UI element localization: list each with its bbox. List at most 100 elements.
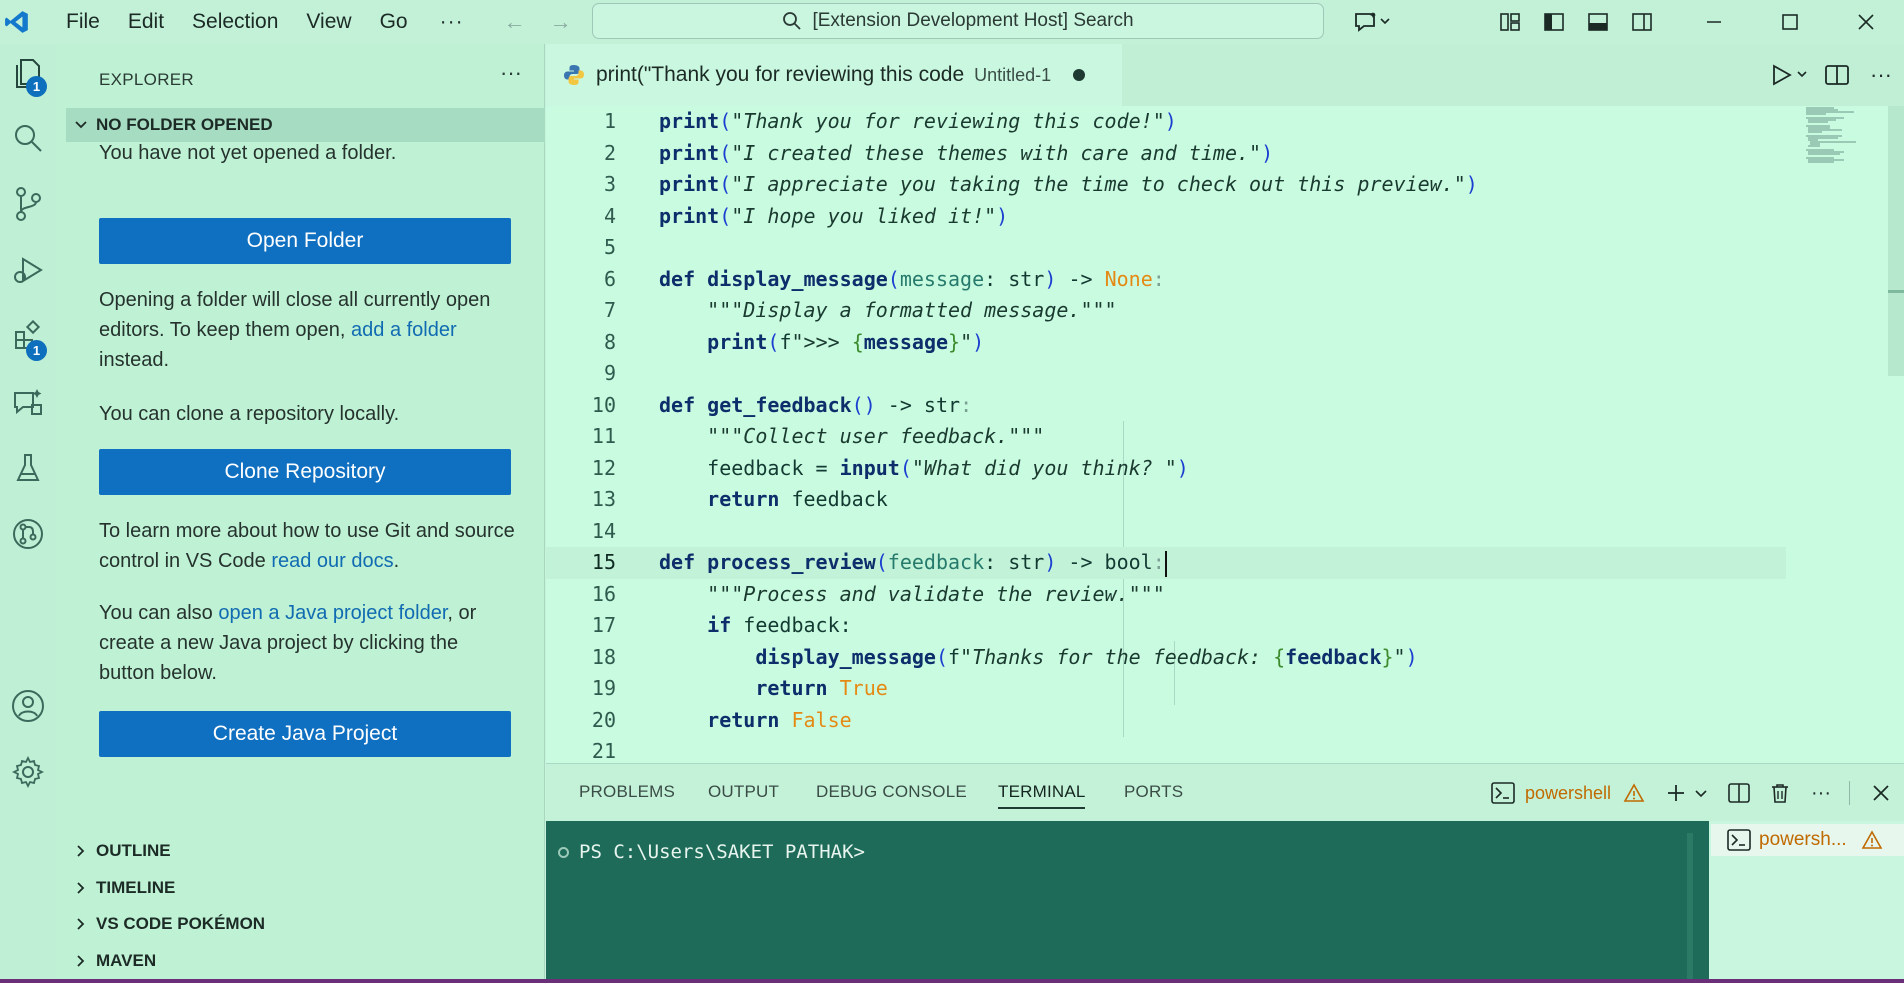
tab-problems[interactable]: PROBLEMS [579, 782, 675, 802]
testing-flask-icon[interactable] [0, 438, 56, 498]
github-pr-icon[interactable] [0, 504, 56, 564]
section-outline[interactable]: OUTLINE [66, 834, 545, 868]
close-window-button[interactable] [1828, 0, 1904, 44]
split-terminal-icon[interactable] [1727, 782, 1751, 804]
new-terminal-icon[interactable] [1665, 782, 1687, 804]
code-line: 5 [546, 232, 1786, 264]
section-vscode-pokemon[interactable]: VS CODE POKÉMON [66, 907, 545, 941]
command-decoration-icon[interactable] [558, 847, 569, 858]
chat-sparkle-icon[interactable] [0, 372, 56, 432]
code-line: 11 """Collect user feedback.""" [546, 421, 1786, 453]
read-docs-link[interactable]: read our docs [271, 550, 393, 572]
command-center-search[interactable]: [Extension Development Host] Search [592, 3, 1324, 39]
line-number: 10 [591, 392, 616, 417]
editor-tab[interactable]: print("Thank you for reviewing this code… [546, 44, 1122, 106]
code-line: 9 [546, 358, 1786, 390]
explorer-sidebar: EXPLORER ··· NO FOLDER OPENED You have n… [56, 44, 545, 979]
open-java-folder-link[interactable]: open a Java project folder [218, 602, 447, 624]
terminal-dropdown-icon[interactable] [1693, 785, 1709, 801]
search-activity-icon[interactable] [0, 108, 56, 168]
code-line: 3 print("I appreciate you taking the time… [546, 169, 1786, 201]
section-no-folder-opened[interactable]: NO FOLDER OPENED [66, 108, 545, 142]
source-control-icon[interactable] [0, 174, 56, 234]
section-label: OUTLINE [96, 841, 171, 860]
section-maven[interactable]: MAVEN [66, 944, 545, 978]
opening-folder-message: Opening a folder will close all currentl… [99, 285, 519, 375]
sidebar-more-icon[interactable]: ··· [500, 60, 522, 86]
maximize-button[interactable] [1752, 0, 1828, 44]
toggle-secondary-sidebar-icon[interactable] [1620, 0, 1664, 44]
editor-more-icon[interactable]: ··· [1870, 62, 1892, 88]
back-arrow-icon[interactable]: ← [504, 9, 526, 35]
line-number: 4 [603, 203, 616, 228]
terminal-list-item[interactable]: powersh... [1711, 824, 1904, 856]
line-number: 17 [591, 613, 616, 637]
tab-description: Untitled-1 [974, 64, 1052, 85]
menu-edit[interactable]: Edit [114, 2, 178, 42]
tab-output[interactable]: OUTPUT [708, 782, 779, 802]
code-line: 7 """Display a formatted message.""" [546, 295, 1786, 327]
panel-tab-bar: PROBLEMS OUTPUT DEBUG CONSOLE TERMINAL P… [546, 763, 1904, 821]
shell-name[interactable]: powershell [1525, 783, 1611, 804]
unsaved-dot-icon[interactable] [1073, 69, 1086, 81]
split-editor-icon[interactable] [1824, 63, 1850, 87]
menu-selection[interactable]: Selection [178, 2, 292, 42]
search-text: [Extension Development Host] Search [812, 10, 1134, 31]
create-java-project-button[interactable]: Create Java Project [99, 711, 511, 757]
line-number: 14 [591, 518, 616, 543]
java-message: You can also open a Java project folder,… [99, 598, 519, 688]
terminal-list: powersh... [1709, 821, 1904, 983]
git-docs-message: To learn more about how to use Git and s… [99, 516, 519, 576]
extensions-icon[interactable]: 1 [0, 306, 56, 366]
title-bar: File Edit Selection View Go ··· ← → [Ext… [0, 0, 1904, 44]
git-text-2: . [393, 550, 400, 572]
code-line: 10 def get_feedback() -> str: [546, 390, 1786, 422]
toggle-panel-icon[interactable] [1576, 0, 1620, 44]
accounts-icon[interactable] [0, 676, 56, 736]
terminal-scrollbar[interactable] [1687, 833, 1693, 983]
line-number: 2 [603, 140, 616, 165]
code-line: 20 return False [546, 705, 1786, 737]
code-line: 19 return True [546, 673, 1786, 705]
java-text-1: You can also [99, 602, 219, 624]
current-code-line: 15 def process_review(feedback: str) -> b… [546, 547, 1786, 579]
customize-layout-icon[interactable] [1488, 0, 1532, 44]
settings-gear-icon[interactable] [0, 742, 56, 802]
tab-debug-console[interactable]: DEBUG CONSOLE [816, 782, 967, 802]
terminal-view[interactable]: PS C:\Users\SAKET PATHAK> [546, 821, 1709, 983]
kill-terminal-icon[interactable] [1769, 782, 1791, 804]
code-line: 12 feedback = input("What did you think?… [546, 453, 1786, 485]
clone-repository-button[interactable]: Clone Repository [99, 449, 511, 495]
line-number: 5 [603, 235, 616, 259]
tab-ports[interactable]: PORTS [1124, 782, 1183, 802]
forward-arrow-icon[interactable]: → [550, 9, 572, 35]
line-number: 19 [591, 676, 616, 700]
status-bar [0, 979, 1904, 983]
section-label: MAVEN [96, 951, 157, 970]
run-python-icon[interactable] [1770, 63, 1810, 87]
close-panel-icon[interactable] [1872, 784, 1890, 802]
tab-terminal[interactable]: TERMINAL [998, 782, 1086, 802]
minimap[interactable] [1804, 106, 1884, 176]
add-folder-link[interactable]: add a folder [351, 319, 457, 341]
panel-more-icon[interactable]: ··· [1811, 782, 1831, 805]
warning-icon[interactable] [1623, 783, 1645, 803]
menu-more-icon[interactable]: ··· [422, 10, 482, 34]
toggle-primary-sidebar-icon[interactable] [1532, 0, 1576, 44]
copilot-chat-icon[interactable] [1344, 0, 1400, 44]
line-number: 3 [603, 172, 616, 196]
open-folder-button[interactable]: Open Folder [99, 218, 511, 264]
menu-view[interactable]: View [292, 2, 365, 42]
editor-scrollbar[interactable] [1888, 106, 1904, 376]
no-folder-message: You have not yet opened a folder. [99, 142, 397, 164]
code-line: 21 [546, 736, 1786, 763]
explorer-icon[interactable]: 1 [0, 44, 56, 104]
code-editor[interactable]: 1 print("Thank you for reviewing this cod… [546, 106, 1904, 763]
menu-file[interactable]: File [52, 2, 114, 42]
minimize-button[interactable] [1676, 0, 1752, 44]
terminal-shell-icon[interactable] [1491, 782, 1515, 804]
run-debug-icon[interactable] [0, 240, 56, 300]
section-timeline[interactable]: TIMELINE [66, 871, 545, 905]
menu-go[interactable]: Go [366, 2, 422, 42]
editor-tab-bar: print("Thank you for reviewing this code… [546, 44, 1904, 106]
